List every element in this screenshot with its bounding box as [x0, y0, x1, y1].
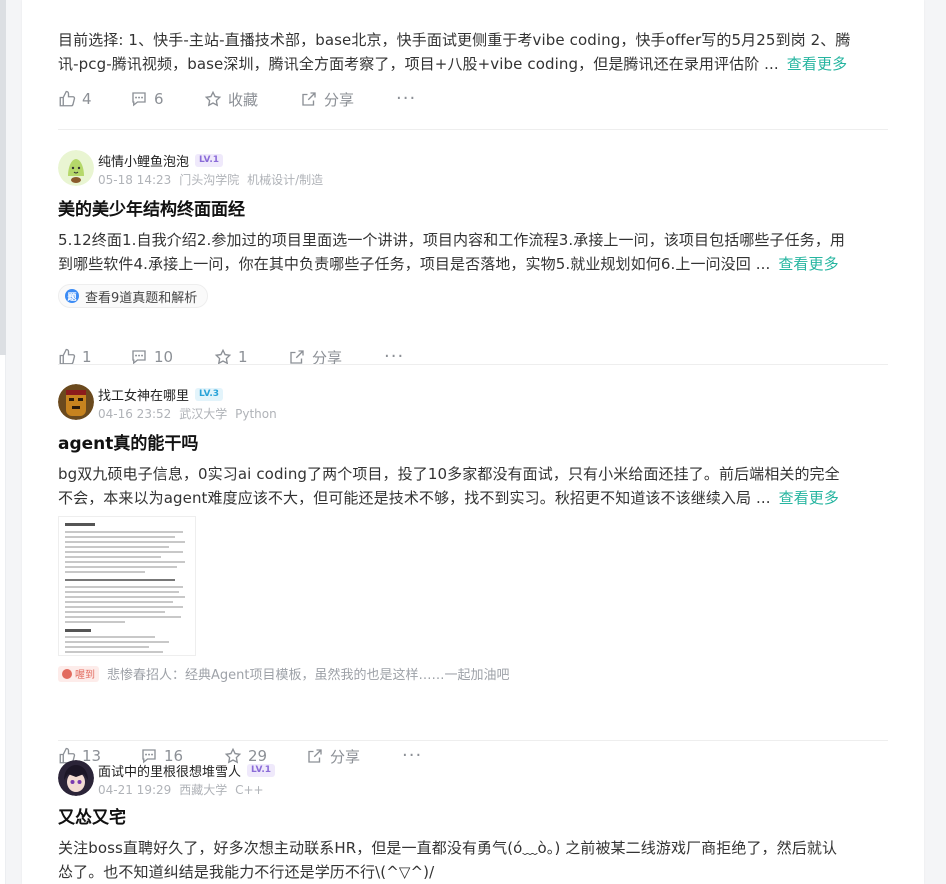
post-actions: 1 10 1 分享 ··· [58, 345, 888, 369]
questions-chip-row: 题查看9道真题和解析 [58, 284, 888, 308]
post-date: 04-21 19:29 [98, 783, 172, 797]
hot-comment[interactable]: 喔到 悲惨春招人：经典Agent项目模板，虽然我的也是这样……一起加油吧 [58, 664, 888, 683]
content-line: 不会，本来以为agent难度应该不大，但可能还是技术不够，找不到实习。秋招更不知… [58, 489, 771, 507]
more-options-button[interactable]: ··· [396, 87, 416, 111]
username[interactable]: 面试中的里根很想堆雪人 [98, 761, 241, 780]
avatar[interactable] [58, 150, 94, 186]
user-major: C++ [235, 783, 264, 797]
share-button[interactable]: 分享 [288, 345, 384, 369]
comment-icon [132, 92, 146, 107]
comment-button[interactable]: 10 [130, 345, 214, 369]
favorite-button[interactable]: 1 [214, 345, 288, 369]
feed-post[interactable] [58, 0, 888, 6]
see-more-link[interactable]: 查看更多 [778, 255, 838, 273]
avatar-image [58, 760, 94, 796]
content-line: 目前选择: 1、快手-主站-直播技术部，base北京，快手面试更侧重于考vibe… [58, 31, 851, 49]
content-line: 关注boss直聘好久了，好多次想主动联系HR，但是一直都没有勇气(ó﹏ò｡) 之… [58, 839, 838, 857]
like-button[interactable]: 4 [58, 87, 130, 111]
post-content[interactable]: 目前选择: 1、快手-主站-直播技术部，base北京，快手面试更侧重于考vibe… [58, 28, 888, 76]
content-line: 怂了。也不知道纠结是我能力不行还是学历不行\(^▽^)/ [58, 863, 435, 881]
level-badge: LV.1 [247, 764, 275, 777]
post-title[interactable]: 美的美少年结构终面面经 [58, 198, 888, 222]
more-options-button[interactable]: ··· [384, 345, 404, 369]
left-panel-edge [0, 0, 6, 884]
share-button[interactable]: 分享 [300, 87, 396, 111]
avatar[interactable] [58, 384, 94, 420]
post-date: 04-16 23:52 [98, 407, 172, 421]
level-badge: LV.3 [195, 388, 223, 401]
see-more-link[interactable]: 查看更多 [779, 489, 839, 507]
face-icon [62, 668, 72, 679]
username[interactable]: 纯情小鲤鱼泡泡 [98, 151, 189, 170]
post-actions: 4 6 收藏 分享 ··· [58, 87, 888, 111]
avatar-image [58, 384, 94, 420]
post-date: 05-18 14:23 [98, 173, 172, 187]
post-title[interactable]: agent真的能干吗 [58, 432, 888, 456]
favorite-button[interactable]: 收藏 [204, 87, 300, 111]
feed-post[interactable]: 面试中的里根很想堆雪人 LV.1 04-21 19:29 西藏大学 C++ [58, 760, 888, 800]
post-title[interactable]: 又怂又宅 [58, 806, 888, 830]
post-title-cut [58, 0, 888, 6]
feed-post[interactable]: 纯情小鲤鱼泡泡 LV.1 05-18 14:23 门头沟学院 机械设计/制造 [58, 150, 888, 190]
content-line: 讯-pcg-腾讯视频，base深圳，腾讯全方面考察了，项目+八股+vibe co… [58, 55, 779, 73]
like-button[interactable]: 1 [58, 345, 130, 369]
post-divider [58, 740, 888, 741]
comment-tag: 喔到 [58, 665, 99, 682]
post-content[interactable]: bg双九硕电子信息，0实习ai coding了两个项目，投了10多家都没有面试，… [58, 462, 888, 510]
post-divider [58, 129, 888, 130]
user-school: 武汉大学 [179, 407, 228, 421]
user-major: Python [235, 407, 277, 421]
question-icon: 题 [65, 289, 79, 303]
user-school: 西藏大学 [179, 783, 228, 797]
user-school: 门头沟学院 [179, 173, 240, 187]
avatar[interactable] [58, 760, 94, 796]
content-line: bg双九硕电子信息，0实习ai coding了两个项目，投了10多家都没有面试，… [58, 465, 840, 483]
avatar-image [58, 150, 94, 186]
feed-post[interactable]: 找工女神在哪里 LV.3 04-16 23:52 武汉大学 Python [58, 384, 888, 424]
left-panel-shade [0, 0, 6, 355]
username[interactable]: 找工女神在哪里 [98, 385, 189, 404]
user-major: 机械设计/制造 [247, 173, 324, 187]
share-icon [302, 92, 316, 106]
level-badge: LV.1 [195, 154, 223, 167]
post-divider [58, 364, 888, 365]
comment-text: 悲惨春招人：经典Agent项目模板，虽然我的也是这样……一起加油吧 [107, 668, 510, 683]
content-line: 5.12终面1.自我介绍2.参加过的项目里面选一个讲讲，项目内容和工作流程3.承… [58, 231, 846, 249]
content-line: 到哪些软件4.承接上一问，你在其中负责哪些子任务，项目是否落地，实物5.就业规划… [58, 255, 771, 273]
post-content[interactable]: 5.12终面1.自我介绍2.参加过的项目里面选一个讲讲，项目内容和工作流程3.承… [58, 228, 888, 276]
view-questions-chip[interactable]: 题查看9道真题和解析 [58, 284, 209, 308]
thumbs-up-icon [59, 90, 76, 107]
see-more-link[interactable]: 查看更多 [787, 55, 847, 73]
star-icon [204, 90, 222, 107]
resume-thumbnail [58, 516, 196, 656]
post-content[interactable]: 关注boss直聘好久了，好多次想主动联系HR，但是一直都没有勇气(ó﹏ò｡) 之… [58, 836, 888, 884]
comment-button[interactable]: 6 [130, 87, 204, 111]
feed-card: 目前选择: 1、快手-主站-直播技术部，base北京，快手面试更侧重于考vibe… [22, 0, 924, 884]
post-image[interactable] [58, 516, 198, 656]
